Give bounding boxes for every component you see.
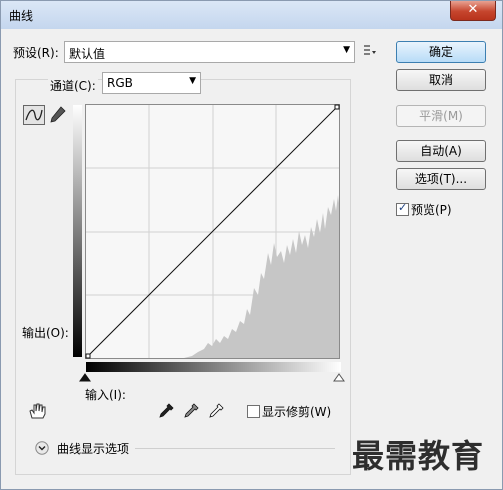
curve-point-white[interactable] [334, 104, 340, 110]
divider [135, 448, 335, 449]
chevron-down-icon: ▼ [343, 45, 350, 55]
input-gradient-bar [86, 362, 341, 372]
expand-chevron-icon[interactable] [35, 441, 49, 455]
preset-value: 默认值 [69, 47, 106, 61]
curve-point-black[interactable] [85, 353, 91, 359]
channel-dropdown[interactable]: RGB ▼ [102, 72, 201, 94]
curve-graph[interactable] [84, 103, 343, 361]
preset-menu-icon[interactable] [363, 44, 377, 56]
show-clipping-checkbox[interactable] [247, 405, 260, 418]
curve-tool-icon[interactable] [23, 105, 45, 125]
chevron-down-icon: ▼ [189, 76, 196, 86]
input-label: 输入(I): [85, 388, 126, 402]
output-label: 输出(O): [22, 326, 69, 340]
cancel-button[interactable]: 取消 [396, 69, 486, 91]
options-button[interactable]: 选项(T)... [396, 168, 486, 190]
smooth-button[interactable]: 平滑(M) [396, 105, 486, 127]
channel-value: RGB [107, 76, 133, 90]
output-gradient-bar [73, 105, 82, 357]
display-options-label: 曲线显示选项 [57, 442, 130, 456]
white-point-slider[interactable] [333, 373, 345, 382]
preview-label: 预览(P) [411, 203, 452, 217]
curves-dialog: 曲线 ✕ 预设(R): 默认值 ▼ 确定 取消 平滑(M) 自动(A) 选项(T… [0, 0, 503, 490]
pencil-icon[interactable] [49, 105, 67, 125]
check-icon: ✓ [398, 201, 408, 214]
title-bar: 曲线 [1, 1, 502, 29]
preset-dropdown[interactable]: 默认值 ▼ [64, 41, 355, 63]
ok-button[interactable]: 确定 [396, 41, 486, 63]
window-title: 曲线 [9, 9, 34, 23]
hand-adjust-icon[interactable] [26, 402, 48, 420]
close-button[interactable]: ✕ [450, 1, 496, 21]
preset-label: 预设(R): [13, 46, 59, 60]
auto-button[interactable]: 自动(A) [396, 140, 486, 162]
channel-label: 通道(C): [48, 77, 98, 94]
black-point-slider[interactable] [79, 373, 91, 382]
black-eyedropper-icon[interactable] [158, 403, 174, 419]
show-clipping-label: 显示修剪(W) [262, 405, 332, 419]
gray-eyedropper-icon[interactable] [183, 403, 199, 419]
preview-checkbox[interactable]: ✓ [396, 201, 409, 216]
watermark-text: 最需教育 [352, 437, 485, 475]
white-eyedropper-icon[interactable] [208, 403, 224, 419]
